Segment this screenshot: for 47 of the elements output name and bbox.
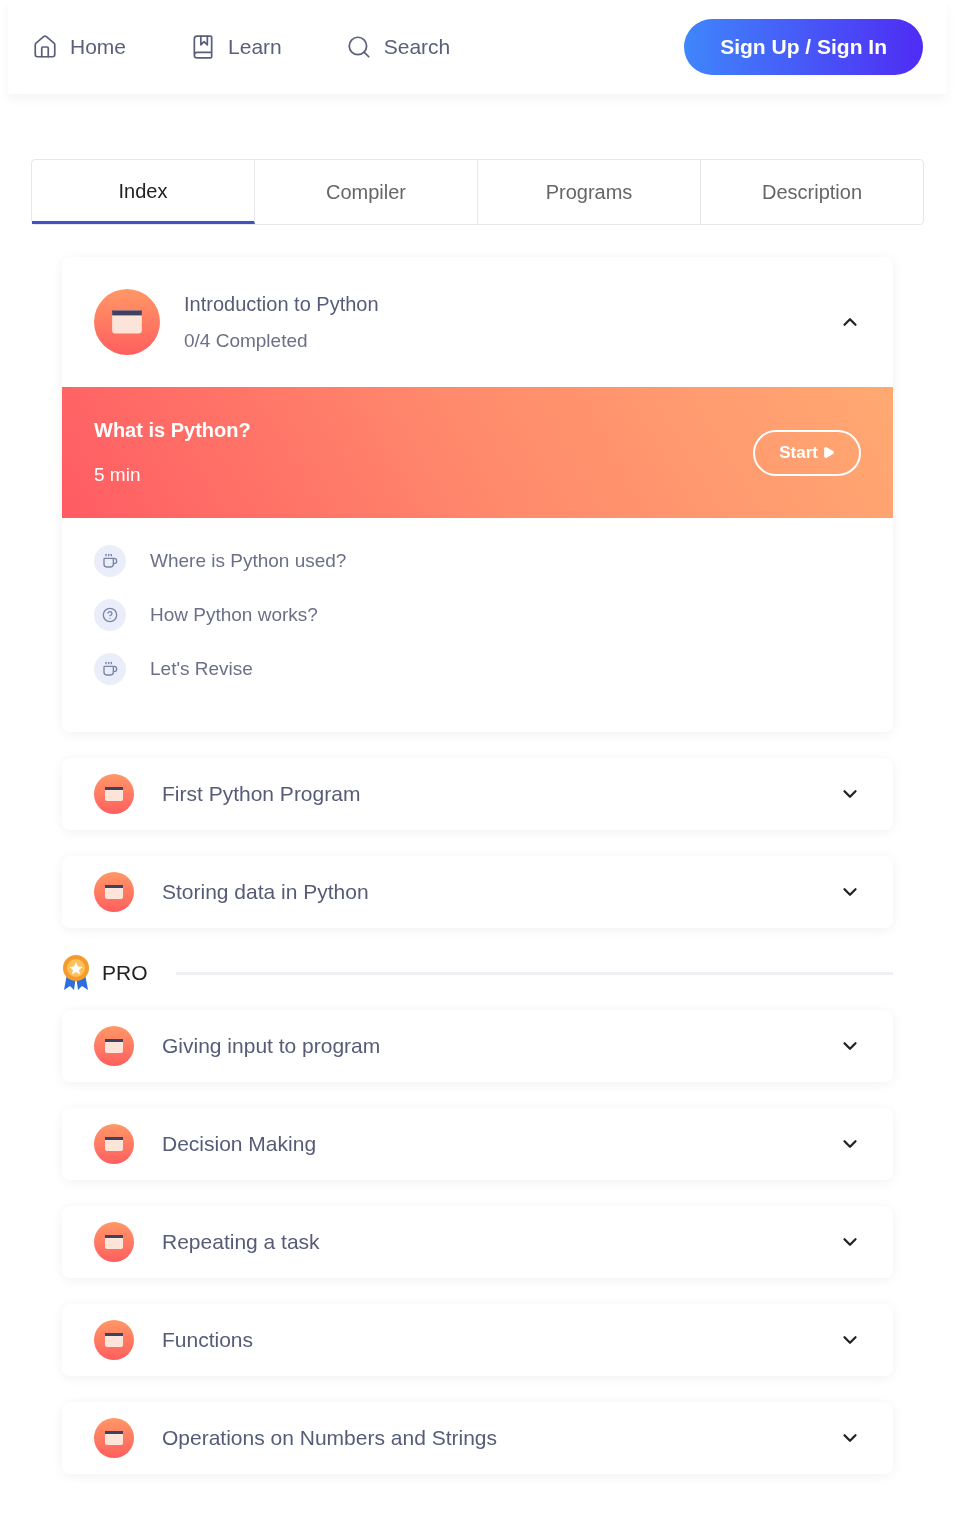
chapter-card[interactable]: Decision Making [62,1108,893,1180]
chapter-title: Storing data in Python [162,879,370,906]
play-icon [822,446,835,459]
award-ribbon-icon [62,954,90,992]
topic-icon [94,774,134,814]
chapter-title: Operations on Numbers and Strings [162,1425,498,1452]
lesson-title: Let's Revise [150,656,253,681]
topic-icon [94,872,134,912]
topic-icon [94,1222,134,1262]
topic-icon [94,1320,134,1360]
question-icon [94,599,126,631]
chapter-card[interactable]: Repeating a task [62,1206,893,1278]
topic-icon [94,289,160,355]
topic-icon [94,1124,134,1164]
lesson-item[interactable]: How Python works? [62,588,893,642]
tab[interactable]: Description [701,160,923,224]
chapter-title: Decision Making [162,1131,318,1158]
topic-icon [94,1026,134,1066]
lesson-title: What is Python? [94,418,251,444]
lesson-item[interactable]: Where is Python used? [62,534,893,588]
chapter-card[interactable]: First Python Program [62,758,893,830]
chapter-card[interactable]: Storing data in Python [62,856,893,928]
cup-icon [94,653,126,685]
pro-label: PRO [102,960,148,987]
chapter-title: Introduction to Python [184,291,380,317]
chapter-title: First Python Program [162,781,362,808]
sign-in-button[interactable]: Sign Up / Sign In [684,19,923,75]
home-icon [32,34,58,60]
nav-link[interactable]: Search [345,31,451,63]
nav-link[interactable]: Home [32,31,127,63]
topic-icon [94,1418,134,1458]
chapter-title: Giving input to program [162,1033,382,1060]
tab[interactable]: Compiler [255,160,478,224]
search-icon [345,34,372,60]
tab[interactable]: Programs [478,160,701,224]
lesson-duration: 5 min [94,463,142,488]
lesson-title: Where is Python used? [150,548,347,573]
chapter-card[interactable]: Operations on Numbers and Strings [62,1402,893,1474]
chapter-card[interactable]: Functions [62,1304,893,1376]
chapter-title: Functions [162,1327,255,1354]
nav-link[interactable]: Learn [190,31,282,63]
cup-icon [94,545,126,577]
lesson-title: How Python works? [150,602,318,627]
lesson-item[interactable]: Let's Revise [62,642,893,696]
chapter-card[interactable]: Giving input to program [62,1010,893,1082]
chapter-title: Repeating a task [162,1229,321,1256]
tab[interactable]: Index [32,160,255,224]
